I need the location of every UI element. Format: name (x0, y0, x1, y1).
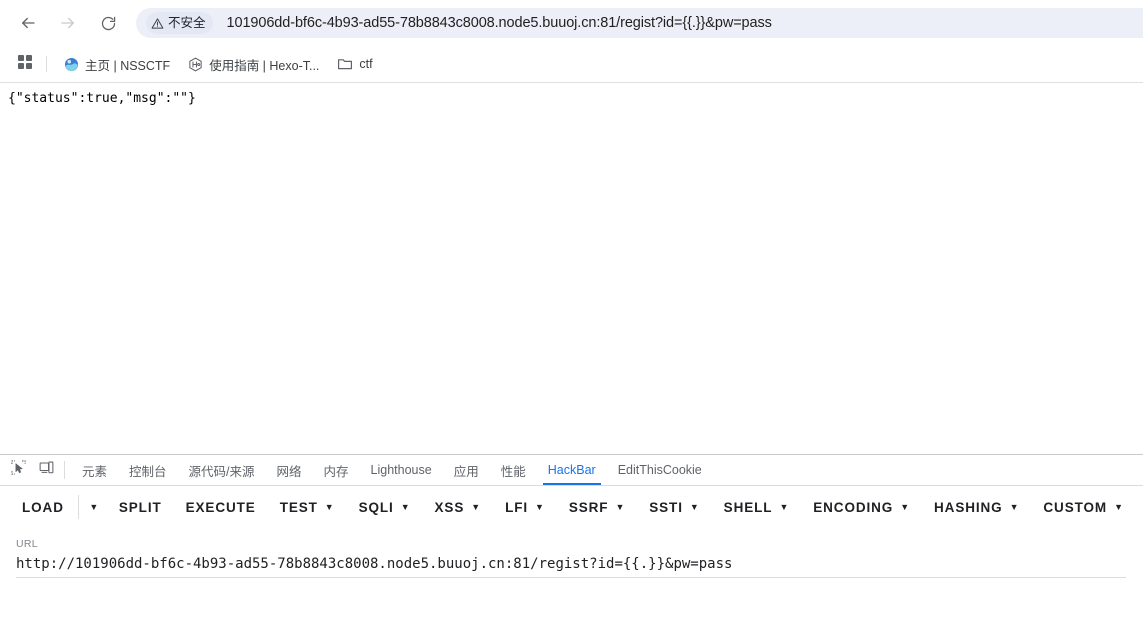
hackbar-url-input[interactable] (16, 556, 1126, 578)
inspect-element-icon (10, 460, 26, 480)
button-label: CUSTOM (1043, 499, 1108, 515)
bookmark-folder-ctf[interactable]: ctf (330, 52, 379, 76)
hackbar-url-label: URL (16, 538, 38, 550)
hackbar-encoding-menu[interactable]: ENCODING ▼ (801, 493, 922, 521)
bookmark-label: 主页 | NSSCTF (85, 58, 171, 73)
devtools-toolbar-divider (64, 461, 65, 479)
hackbar-toolbar: LOAD ▼ SPLIT EXECUTE TEST ▼ SQLI ▼ XSS ▼… (0, 486, 1143, 528)
tab-label: Lighthouse (370, 463, 432, 477)
hackbar-split-button[interactable]: SPLIT (107, 493, 174, 521)
reload-button[interactable] (93, 8, 123, 38)
bookmark-label: 使用指南 | Hexo-T... (209, 58, 320, 73)
hackbar-url-field: URL (0, 528, 1143, 578)
devtools-tab-editthiscookie[interactable]: EditThisCookie (607, 455, 713, 485)
button-label: LOAD (22, 499, 64, 515)
devtools-tab-hackbar[interactable]: HackBar (537, 455, 607, 485)
devtools-tab-memory[interactable]: 内存 (313, 455, 360, 485)
chevron-down-icon: ▼ (471, 501, 482, 512)
security-status-chip[interactable]: 不安全 (146, 12, 213, 34)
button-label: SSTI (649, 499, 683, 515)
folder-icon (337, 56, 353, 72)
tab-label: 性能 (500, 464, 526, 479)
forward-button[interactable] (53, 8, 83, 38)
chevron-down-icon: ▼ (1009, 501, 1020, 512)
bookmark-item-hexo[interactable]: 使用指南 | Hexo-T... (181, 52, 326, 76)
tab-label: 应用 (453, 464, 479, 479)
button-label: EXECUTE (185, 499, 256, 515)
chevron-down-icon: ▼ (689, 501, 700, 512)
hackbar-execute-button[interactable]: EXECUTE (174, 493, 268, 521)
devtools-tab-console[interactable]: 控制台 (118, 455, 178, 485)
chevron-down-icon: ▼ (1114, 501, 1124, 512)
device-toolbar-button[interactable] (32, 455, 60, 485)
button-label: HASHING (934, 499, 1003, 515)
button-label: SSRF (568, 499, 609, 515)
apps-grid-icon (17, 54, 33, 75)
apps-grid-button[interactable] (12, 51, 38, 77)
chevron-down-icon: ▼ (615, 501, 626, 512)
button-label: TEST (279, 499, 318, 515)
hackbar-load-dropdown-button[interactable]: ▼ (81, 493, 107, 521)
security-status-label: 不安全 (168, 15, 206, 30)
button-label: SPLIT (118, 499, 162, 515)
tab-label: 网络 (276, 464, 302, 479)
button-label: SHELL (723, 499, 773, 515)
globe-favicon (64, 57, 79, 72)
devtools-tab-application[interactable]: 应用 (443, 455, 490, 485)
hackbar-ssrf-menu[interactable]: SSRF ▼ (557, 493, 637, 521)
chevron-down-icon: ▼ (324, 501, 335, 512)
devtools-tabbar: 元素 控制台 源代码/来源 网络 内存 Lighthouse 应用 性能 Hac… (0, 455, 1143, 486)
arrow-left-icon (19, 14, 37, 32)
hackbar-hashing-menu[interactable]: HASHING ▼ (922, 493, 1031, 521)
button-label: LFI (505, 499, 529, 515)
devtools-tab-network[interactable]: 网络 (266, 455, 313, 485)
tab-label: 元素 (82, 464, 108, 479)
page-viewport: {"status":true,"msg":""} (0, 83, 1143, 454)
chevron-down-icon: ▼ (400, 501, 411, 512)
browser-toolbar: 不安全 101906dd-bf6c-4b93-ad55-78b8843c8008… (0, 0, 1143, 46)
hackbar-xss-menu[interactable]: XSS ▼ (423, 493, 494, 521)
button-label: XSS (434, 499, 465, 515)
reload-icon (100, 15, 117, 32)
chevron-down-icon: ▼ (535, 501, 545, 512)
hackbar-test-menu[interactable]: TEST ▼ (268, 493, 347, 521)
chevron-down-icon: ▼ (89, 502, 99, 512)
tab-label: EditThisCookie (617, 463, 702, 477)
tab-label: 控制台 (129, 464, 167, 479)
hackbar-load-button[interactable]: LOAD (10, 493, 76, 521)
tab-label: HackBar (547, 463, 596, 477)
back-button[interactable] (13, 8, 43, 38)
devtools-tab-lighthouse[interactable]: Lighthouse (360, 455, 443, 485)
chevron-down-icon: ▼ (900, 501, 911, 512)
hackbar-sqli-menu[interactable]: SQLI ▼ (347, 493, 423, 521)
tab-label: 内存 (323, 464, 349, 479)
hackbar-ssti-menu[interactable]: SSTI ▼ (637, 493, 711, 521)
hackbar-shell-menu[interactable]: SHELL ▼ (712, 493, 802, 521)
bookmarks-divider (46, 56, 47, 72)
bookmark-item-nssctf[interactable]: 主页 | NSSCTF (57, 52, 177, 76)
address-bar[interactable]: 不安全 101906dd-bf6c-4b93-ad55-78b8843c8008… (136, 8, 1143, 38)
button-label: SQLI (358, 499, 394, 515)
warning-triangle-icon (151, 17, 164, 30)
hackbar-lfi-menu[interactable]: LFI ▼ (493, 493, 557, 521)
devtools-panel: 元素 控制台 源代码/来源 网络 内存 Lighthouse 应用 性能 Hac… (0, 454, 1143, 629)
chevron-down-icon: ▼ (779, 501, 790, 512)
tab-label: 源代码/来源 (188, 464, 255, 479)
bookmarks-bar: 主页 | NSSCTF 使用指南 | Hexo-T... ctf (0, 46, 1143, 83)
devtools-tab-performance[interactable]: 性能 (490, 455, 537, 485)
page-response-body: {"status":true,"msg":""} (8, 91, 196, 106)
hexo-favicon (188, 57, 203, 72)
devtools-tab-sources[interactable]: 源代码/来源 (178, 455, 266, 485)
button-label: ENCODING (813, 499, 894, 515)
hackbar-load-divider (77, 495, 79, 519)
bookmark-label: ctf (359, 57, 373, 71)
device-toolbar-icon (39, 460, 54, 480)
address-bar-url[interactable]: 101906dd-bf6c-4b93-ad55-78b8843c8008.nod… (227, 15, 772, 31)
devtools-tab-elements[interactable]: 元素 (71, 455, 118, 485)
hackbar-custom-menu[interactable]: CUSTOM ▼ (1031, 493, 1135, 521)
arrow-right-icon (59, 14, 77, 32)
inspect-element-button[interactable] (4, 455, 32, 485)
